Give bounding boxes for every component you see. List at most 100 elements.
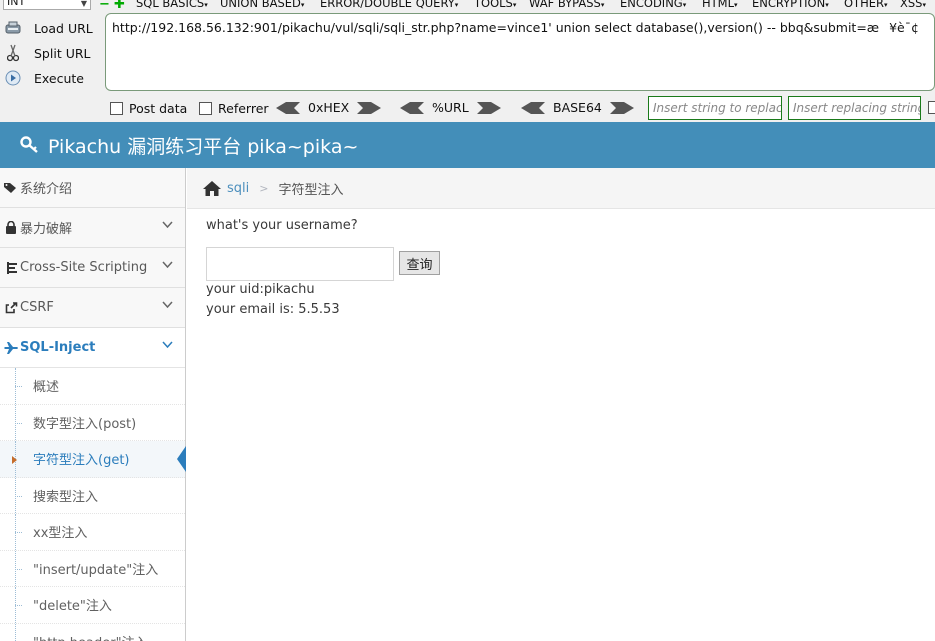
hackbar-toolbar: INT ▼ − ✚ SQL BASICS▾ UNION BASED▾ ERROR… — [0, 0, 935, 122]
result-email: your email is: 5.5.53 — [206, 302, 340, 317]
caret-right-icon — [12, 456, 17, 464]
breadcrumb: sqli > 字符型注入 — [187, 168, 935, 209]
execute-button[interactable]: Execute — [4, 67, 84, 89]
injection-type-select[interactable]: INT ▼ — [3, 0, 91, 10]
sidebar-item-label: Cross-Site Scripting — [20, 260, 148, 275]
sidebar: 系统介绍 暴力破解 Cross-Site Scripting CSRF SQL-… — [0, 168, 186, 641]
sidebar-item-csrf[interactable]: CSRF — [0, 288, 185, 328]
execute-label: Execute — [34, 70, 84, 86]
sidebar-subitem-insert-update[interactable]: "insert/update"注入 — [0, 550, 185, 587]
arrow-right-icon[interactable] — [476, 101, 501, 114]
arrow-left-icon[interactable] — [276, 101, 300, 114]
base64-label: BASE64 — [553, 100, 602, 115]
menu-waf-bypass[interactable]: WAF BYPASS▾ — [529, 0, 604, 10]
split-url-label: Split URL — [34, 45, 91, 61]
hackbar-options-row: Post data Referrer 0xHEX %URL BASE64 Ins… — [0, 96, 935, 120]
minus-icon[interactable]: − — [99, 0, 110, 12]
scissors-icon — [4, 44, 22, 62]
chevron-down-icon — [162, 221, 173, 229]
breadcrumb-link-sqli[interactable]: sqli — [227, 181, 249, 196]
sidebar-subitem-http-header[interactable]: "http header"注入 — [0, 623, 185, 641]
checkbox-box[interactable] — [199, 102, 212, 115]
plane-icon — [3, 341, 19, 354]
replace-with-placeholder: Insert replacing string — [793, 101, 921, 115]
sidebar-item-sql-inject[interactable]: SQL-Inject — [0, 328, 185, 368]
menu-encryption[interactable]: ENCRYPTION▾ — [752, 0, 829, 10]
replace-find-placeholder: Insert string to replace — [653, 101, 782, 115]
sidebar-item-brute-force[interactable]: 暴力破解 — [0, 208, 185, 248]
referrer-label: Referrer — [218, 101, 269, 116]
sidebar-subitem-label: "http header"注入 — [33, 632, 148, 641]
hex-label: 0xHEX — [308, 100, 350, 115]
url-textarea[interactable]: http://192.168.56.132:901/pikachu/vul/sq… — [105, 13, 935, 91]
injection-type-value: INT — [7, 0, 26, 8]
query-button[interactable]: 查询 — [399, 251, 440, 275]
chevron-down-icon: ▼ — [80, 0, 87, 8]
lock-icon — [3, 221, 19, 234]
sidebar-subitem-overview[interactable]: 概述 — [0, 368, 185, 405]
menu-error-double-query[interactable]: ERROR/DOUBLE QUERY▾ — [320, 0, 458, 10]
url-encode-label: %URL — [432, 100, 469, 115]
sidebar-subitem-label: xx型注入 — [33, 526, 88, 542]
url-encoder: %URL — [400, 100, 501, 115]
split-url-button[interactable]: Split URL — [4, 42, 91, 64]
sidebar-subitem-numeric-post[interactable]: 数字型注入(post) — [0, 404, 185, 441]
breadcrumb-current: 字符型注入 — [278, 182, 344, 198]
active-indicator — [177, 446, 186, 472]
chevron-down-icon — [162, 341, 173, 349]
arrow-right-icon[interactable] — [357, 101, 382, 114]
hackbar-menu-row: INT ▼ − ✚ SQL BASICS▾ UNION BASED▾ ERROR… — [0, 0, 935, 12]
sidebar-item-label: 系统介绍 — [20, 182, 73, 197]
replace-find-input[interactable]: Insert string to replace — [648, 96, 782, 120]
load-url-button[interactable]: Load URL — [4, 17, 93, 39]
menu-tools[interactable]: TOOLS▾ — [474, 0, 516, 10]
post-data-label: Post data — [129, 101, 188, 116]
menu-other[interactable]: OTHER▾ — [844, 0, 888, 10]
chevron-right-icon: > — [259, 181, 269, 195]
referrer-checkbox[interactable]: Referrer — [199, 101, 269, 116]
home-icon[interactable] — [203, 180, 221, 196]
sidebar-subitem-label: "insert/update"注入 — [33, 562, 159, 578]
plus-icon[interactable]: ✚ — [114, 0, 125, 12]
menu-encoding[interactable]: ENCODING▾ — [620, 0, 686, 10]
post-data-checkbox[interactable]: Post data — [110, 101, 187, 116]
hex-encoder: 0xHEX — [276, 100, 382, 115]
username-input[interactable] — [206, 247, 394, 281]
sidebar-subitem-label: 搜索型注入 — [33, 489, 99, 505]
arrow-left-icon[interactable] — [400, 101, 424, 114]
sidebar-subitem-search[interactable]: 搜索型注入 — [0, 477, 185, 514]
site-header: Pikachu 漏洞练习平台 pika~pika~ — [0, 122, 935, 168]
sidebar-subitem-label: "delete"注入 — [33, 599, 112, 615]
checkbox-box[interactable] — [110, 102, 123, 115]
chevron-down-icon — [162, 301, 173, 309]
username-question: what's your username? — [206, 218, 358, 233]
key-icon — [20, 136, 40, 154]
sidebar-item-label: 暴力破解 — [20, 222, 73, 237]
menu-html[interactable]: HTML▾ — [702, 0, 738, 10]
play-icon — [4, 69, 22, 87]
chevron-down-icon — [162, 261, 173, 269]
sidebar-item-intro[interactable]: 系统介绍 — [0, 168, 185, 208]
sidebar-item-label: SQL-Inject — [20, 340, 96, 355]
sidebar-item-xss[interactable]: Cross-Site Scripting — [0, 248, 185, 288]
replace-with-input[interactable]: Insert replacing string — [788, 96, 921, 120]
sidebar-subitem-label: 概述 — [33, 380, 60, 396]
arrow-left-icon[interactable] — [521, 101, 545, 114]
sidebar-subitem-label: 字符型注入(get) — [33, 453, 130, 469]
tags-icon — [3, 182, 19, 194]
menu-union-based[interactable]: UNION BASED▾ — [220, 0, 304, 10]
sidebar-subitem-string-get[interactable]: 字符型注入(get) — [0, 441, 186, 478]
sitemap-icon — [3, 261, 19, 274]
load-url-icon — [4, 19, 22, 37]
sidebar-subitem-label: 数字型注入(post) — [33, 416, 137, 432]
share-square-icon — [3, 301, 19, 314]
replace-all-checkbox[interactable] — [928, 101, 935, 114]
load-url-label: Load URL — [34, 20, 93, 36]
arrow-right-icon[interactable] — [609, 101, 634, 114]
menu-sql-basics[interactable]: SQL BASICS▾ — [136, 0, 208, 10]
url-text: http://192.168.56.132:901/pikachu/vul/sq… — [112, 20, 919, 35]
sidebar-subitem-xx[interactable]: xx型注入 — [0, 514, 185, 551]
menu-xss[interactable]: XSS▾ — [900, 0, 926, 10]
site-title[interactable]: Pikachu 漏洞练习平台 pika~pika~ — [48, 132, 358, 159]
sidebar-subitem-delete[interactable]: "delete"注入 — [0, 587, 185, 624]
